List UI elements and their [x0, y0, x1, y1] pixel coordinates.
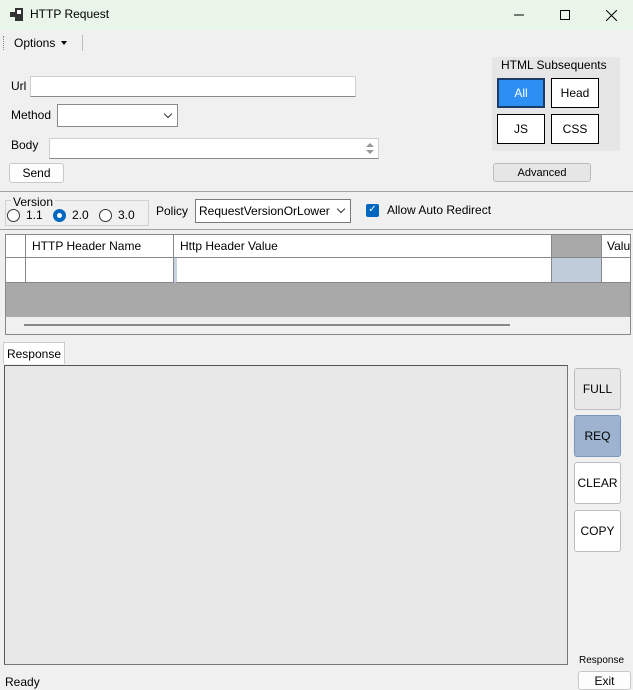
grid-scrollbar[interactable] — [6, 317, 630, 334]
window-title: HTTP Request — [30, 7, 110, 21]
version-option-1-1[interactable]: 1.1 — [7, 208, 43, 222]
app-icon — [10, 8, 23, 21]
menu-grip[interactable] — [3, 36, 5, 50]
divider — [0, 229, 633, 230]
policy-label: Policy — [156, 204, 189, 218]
html-subsequents-title: HTML Subsequents — [501, 58, 607, 72]
minimize-icon — [514, 14, 524, 16]
response-footer-label: Response — [579, 655, 625, 666]
response-output[interactable] — [4, 365, 568, 665]
body-label: Body — [11, 138, 39, 152]
maximize-icon — [560, 10, 570, 20]
close-icon — [605, 9, 617, 21]
policy-value: RequestVersionOrLower — [199, 204, 330, 218]
close-button[interactable] — [588, 0, 633, 30]
chevron-down-icon — [61, 41, 68, 45]
version-label: 2.0 — [72, 208, 89, 222]
grid-corner — [6, 235, 26, 258]
body-scrollbar[interactable] — [362, 139, 378, 158]
method-label: Method — [11, 108, 52, 122]
options-menu[interactable]: Options — [10, 33, 71, 53]
cell-header-value[interactable] — [174, 258, 552, 283]
column-header-valu[interactable]: Valu — [602, 235, 630, 258]
radio-selected-icon — [53, 208, 66, 222]
version-label: 3.0 — [118, 208, 135, 222]
scroll-thumb[interactable] — [24, 324, 510, 326]
full-button[interactable]: FULL — [574, 368, 621, 410]
url-label: Url — [11, 79, 27, 93]
clear-button[interactable]: CLEAR — [574, 462, 621, 504]
column-header-name[interactable]: HTTP Header Name — [26, 235, 174, 258]
method-select[interactable] — [57, 104, 178, 127]
options-menu-label: Options — [14, 36, 56, 50]
version-label: 1.1 — [26, 208, 43, 222]
checkmark-icon: ✓ — [366, 203, 379, 217]
head-toggle[interactable]: Head — [551, 78, 599, 108]
version-title: Version — [11, 195, 56, 209]
send-button[interactable]: Send — [9, 163, 64, 183]
css-toggle[interactable]: CSS — [551, 114, 599, 144]
column-header-blank[interactable] — [552, 235, 602, 258]
version-option-3-0[interactable]: 3.0 — [99, 208, 135, 222]
cell-blank[interactable] — [552, 258, 602, 283]
cell-header-name[interactable] — [26, 258, 174, 283]
body-input[interactable] — [49, 138, 379, 159]
allow-auto-redirect-checkbox[interactable]: ✓ Allow Auto Redirect — [366, 203, 491, 217]
scroll-arrows-icon — [366, 143, 374, 154]
tab-response[interactable]: Response — [3, 342, 65, 364]
menu-bar — [0, 30, 633, 56]
headers-grid[interactable]: HTTP Header Name Http Header Value Valu — [5, 234, 631, 335]
exit-button[interactable]: Exit — [578, 671, 631, 690]
url-input[interactable] — [30, 76, 356, 97]
status-bar — [0, 670, 633, 690]
chevron-down-icon — [336, 204, 346, 214]
allow-auto-redirect-label: Allow Auto Redirect — [387, 203, 492, 217]
copy-button[interactable]: COPY — [574, 510, 621, 552]
row-header[interactable] — [6, 258, 26, 283]
advanced-button[interactable]: Advanced — [493, 163, 591, 182]
column-header-value[interactable]: Http Header Value — [174, 235, 552, 258]
radio-icon — [7, 208, 20, 222]
all-toggle[interactable]: All — [497, 78, 545, 108]
js-toggle[interactable]: JS — [497, 114, 545, 144]
status-text: Ready — [5, 675, 40, 689]
divider — [0, 191, 633, 192]
policy-select[interactable]: RequestVersionOrLower — [195, 199, 351, 223]
menu-separator — [82, 35, 83, 51]
maximize-button[interactable] — [542, 0, 588, 30]
cell-valu[interactable] — [602, 258, 630, 283]
minimize-button[interactable] — [496, 0, 542, 30]
req-button[interactable]: REQ — [574, 415, 621, 457]
radio-icon — [99, 208, 112, 222]
chevron-down-icon — [163, 109, 173, 119]
version-option-2-0[interactable]: 2.0 — [53, 208, 89, 222]
